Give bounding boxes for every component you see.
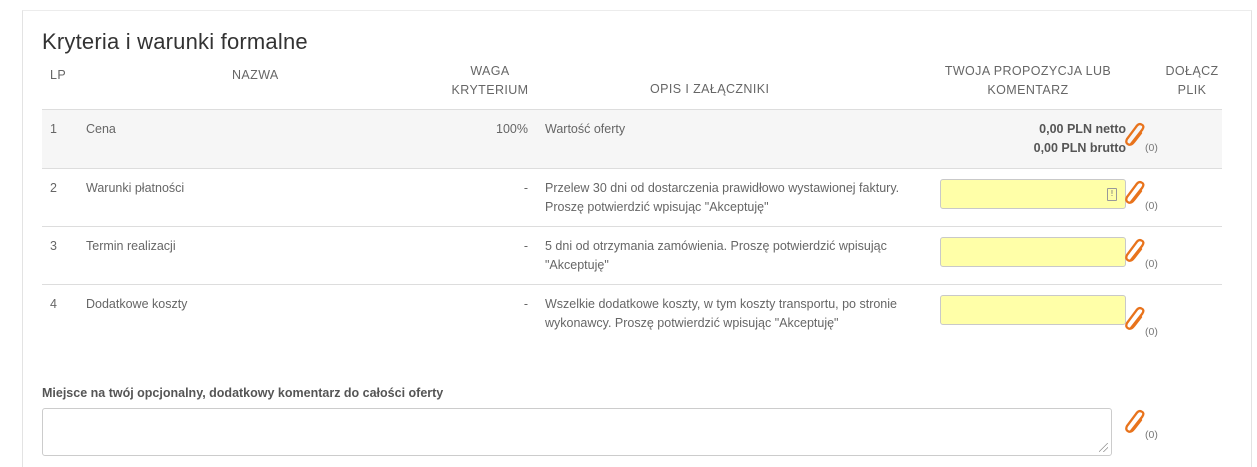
attach-count: (0) [1145, 142, 1158, 154]
attach-count: (0) [1145, 429, 1158, 441]
row-desc: 5 dni od otrzymania zamówienia. Proszę p… [545, 239, 887, 272]
header-weight-line1: WAGA [470, 64, 510, 78]
header-attach-line2: PLIK [1177, 83, 1207, 97]
header-name: NAZWA [232, 68, 279, 82]
row-name: Dodatkowe koszty [86, 297, 188, 311]
row-weight: 100% [496, 122, 528, 136]
header-attach: DOŁĄCZ PLIK [1162, 62, 1222, 100]
row-lp: 2 [50, 181, 57, 195]
section-title: Kryteria i warunki formalne [42, 29, 308, 54]
row-desc: Wartość oferty [545, 122, 626, 136]
attach-count: (0) [1145, 326, 1158, 338]
row-name: Cena [86, 122, 116, 136]
row-lp: 4 [50, 297, 57, 311]
header-weight-line2: KRYTERIUM [451, 83, 529, 97]
row-weight: - [523, 239, 528, 253]
info-icon: ! [1107, 188, 1117, 201]
header-proposal: TWOJA PROPOZYCJA LUB KOMENTARZ [928, 62, 1128, 100]
price-gross: 0,00 PLN brutto [1033, 141, 1126, 155]
table-row: 1 Cena 100% Wartość oferty 0,00 PLN nett… [42, 109, 1222, 168]
header-desc: OPIS I ZAŁĄCZNIKI [650, 82, 770, 96]
proposal-input-extra-costs[interactable] [940, 295, 1126, 325]
attach-count: (0) [1145, 258, 1158, 270]
row-lp: 3 [50, 239, 57, 253]
proposal-input-delivery[interactable] [940, 237, 1126, 267]
proposal-input-payment[interactable]: ! [940, 179, 1126, 209]
resize-handle-icon[interactable] [1099, 443, 1108, 452]
offer-comment-textarea[interactable] [42, 408, 1112, 456]
row-desc: Przelew 30 dni od dostarczenia prawidłow… [545, 181, 900, 214]
table-row: 2 Warunki płatności - Przelew 30 dni od … [42, 168, 1222, 226]
row-desc: Wszelkie dodatkowe koszty, w tym koszty … [545, 297, 897, 330]
row-name: Warunki płatności [86, 181, 185, 195]
table-row: 4 Dodatkowe koszty - Wszelkie dodatkowe … [42, 284, 1222, 361]
price-net: 0,00 PLN netto [1039, 122, 1126, 136]
header-weight: WAGA KRYTERIUM [440, 62, 540, 100]
row-name: Termin realizacji [86, 239, 176, 253]
comment-label: Miejsce na twój opcjonalny, dodatkowy ko… [42, 386, 444, 400]
header-attach-line1: DOŁĄCZ [1165, 64, 1219, 78]
attach-count: (0) [1145, 200, 1158, 212]
row-weight: - [523, 297, 528, 311]
header-proposal-line1: TWOJA PROPOZYCJA LUB [944, 64, 1112, 78]
row-weight: - [523, 181, 528, 195]
header-proposal-line2: KOMENTARZ [987, 83, 1069, 97]
table-row: 3 Termin realizacji - 5 dni od otrzymani… [42, 226, 1222, 284]
header-lp: LP [50, 68, 67, 82]
row-lp: 1 [50, 122, 57, 136]
